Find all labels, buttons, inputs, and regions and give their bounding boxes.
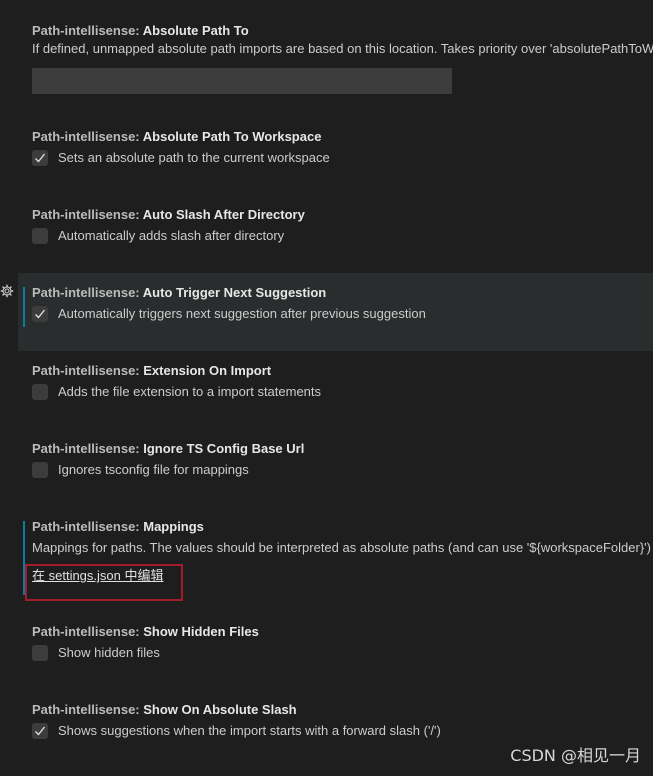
setting-category: Path-intellisense:	[32, 23, 143, 38]
setting-key: Show Hidden Files	[143, 624, 259, 639]
setting-key: Ignore TS Config Base Url	[143, 441, 305, 456]
setting-bool-row: Sets an absolute path to the current wor…	[32, 149, 653, 167]
setting-category: Path-intellisense:	[32, 285, 143, 300]
check-icon	[35, 153, 46, 163]
setting-ignore-ts-config-base-url: Path-intellisense: Ignore TS Config Base…	[18, 440, 653, 479]
setting-category: Path-intellisense:	[32, 129, 143, 144]
gear-icon[interactable]	[0, 284, 14, 298]
setting-key: Auto Slash After Directory	[142, 207, 305, 222]
setting-title: Path-intellisense: Show Hidden Files	[32, 623, 653, 641]
setting-key: Absolute Path To	[142, 23, 249, 38]
setting-title: Path-intellisense: Absolute Path To Work…	[32, 128, 653, 146]
setting-key: Mappings	[143, 519, 204, 534]
setting-mappings: Path-intellisense: Mappings Mappings for…	[18, 518, 653, 595]
setting-absolute-path-to: Path-intellisense: Absolute Path To If d…	[18, 22, 653, 112]
setting-bool-row: Automatically triggers next suggestion a…	[32, 305, 653, 323]
setting-absolute-path-to-workspace: Path-intellisense: Absolute Path To Work…	[18, 128, 653, 167]
check-icon	[35, 309, 46, 319]
setting-description: Adds the file extension to a import stat…	[58, 384, 322, 399]
setting-extension-on-import: Path-intellisense: Extension On Import A…	[18, 362, 653, 401]
setting-title: Path-intellisense: Ignore TS Config Base…	[32, 440, 653, 458]
setting-description: Mappings for paths. The values should be…	[32, 540, 651, 555]
auto-slash-after-directory-checkbox[interactable]	[32, 228, 48, 244]
setting-category: Path-intellisense:	[32, 363, 144, 378]
setting-title: Path-intellisense: Extension On Import	[32, 362, 653, 380]
setting-category: Path-intellisense:	[32, 519, 144, 534]
setting-key: Extension On Import	[143, 363, 272, 378]
setting-key: Absolute Path To Workspace	[142, 129, 322, 144]
setting-bool-row: Ignores tsconfig file for mappings	[32, 461, 653, 479]
watermark: CSDN @相见一月	[510, 746, 641, 765]
setting-description: If defined, unmapped absolute path impor…	[32, 41, 653, 56]
setting-bool-row: Show hidden files	[32, 644, 653, 662]
absolute-path-to-workspace-checkbox[interactable]	[32, 150, 48, 166]
setting-bool-row: Shows suggestions when the import starts…	[32, 722, 653, 740]
setting-key: Show On Absolute Slash	[143, 702, 297, 717]
setting-title: Path-intellisense: Auto Trigger Next Sug…	[32, 284, 653, 302]
setting-show-on-absolute-slash: Path-intellisense: Show On Absolute Slas…	[18, 701, 653, 740]
ignore-ts-config-base-url-checkbox[interactable]	[32, 462, 48, 478]
check-icon	[35, 726, 46, 736]
setting-title: Path-intellisense: Absolute Path To	[32, 22, 653, 40]
setting-title: Path-intellisense: Mappings	[32, 518, 653, 536]
setting-bool-row: Adds the file extension to a import stat…	[32, 383, 653, 401]
show-on-absolute-slash-checkbox[interactable]	[32, 723, 48, 739]
modified-indicator	[23, 521, 25, 595]
setting-category: Path-intellisense:	[32, 702, 144, 717]
setting-auto-slash-after-directory: Path-intellisense: Auto Slash After Dire…	[18, 206, 653, 245]
setting-show-hidden-files: Path-intellisense: Show Hidden Files Sho…	[18, 623, 653, 662]
modified-indicator	[23, 287, 25, 327]
auto-trigger-next-suggestion-checkbox[interactable]	[32, 306, 48, 322]
setting-category: Path-intellisense:	[32, 624, 144, 639]
show-hidden-files-checkbox[interactable]	[32, 645, 48, 661]
absolute-path-to-input[interactable]	[32, 68, 452, 94]
setting-description: Automatically triggers next suggestion a…	[58, 306, 426, 321]
setting-description: Sets an absolute path to the current wor…	[58, 150, 330, 165]
setting-title: Path-intellisense: Auto Slash After Dire…	[32, 206, 653, 224]
setting-title: Path-intellisense: Show On Absolute Slas…	[32, 701, 653, 719]
setting-description: Ignores tsconfig file for mappings	[58, 462, 249, 477]
setting-auto-trigger-next-suggestion: Path-intellisense: Auto Trigger Next Sug…	[18, 273, 653, 351]
setting-description: Shows suggestions when the import starts…	[58, 723, 441, 738]
setting-bool-row: Automatically adds slash after directory	[32, 227, 653, 245]
setting-category: Path-intellisense:	[32, 207, 143, 222]
setting-category: Path-intellisense:	[32, 441, 144, 456]
extension-on-import-checkbox[interactable]	[32, 384, 48, 400]
setting-key: Auto Trigger Next Suggestion	[142, 285, 327, 300]
setting-description: Automatically adds slash after directory	[58, 228, 285, 243]
setting-description: Show hidden files	[58, 645, 160, 660]
edit-in-settings-json-link[interactable]: 在 settings.json 中编辑	[32, 567, 164, 585]
